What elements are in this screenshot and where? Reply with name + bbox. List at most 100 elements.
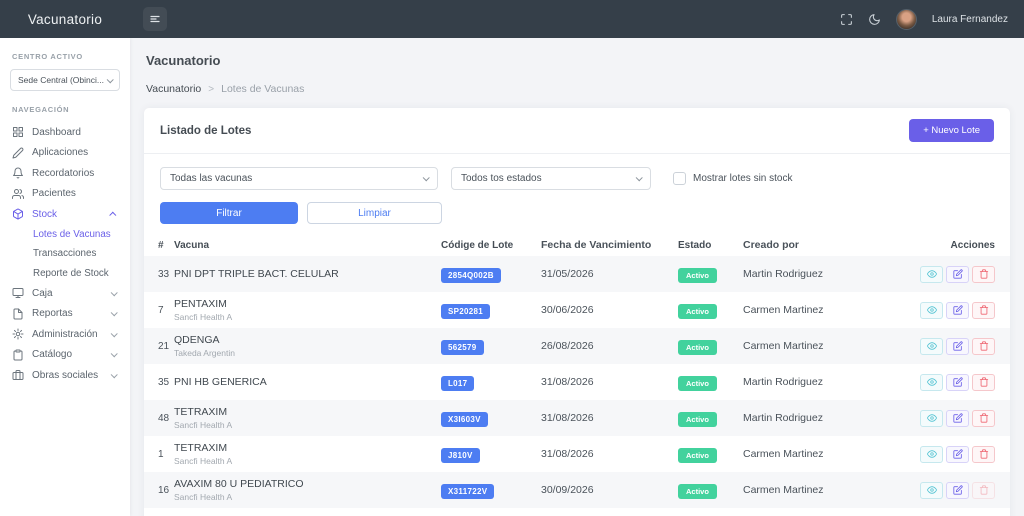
lot-code-badge: X311722V [441, 484, 494, 499]
row-number: 48 [144, 413, 174, 424]
expiry-date: 30/09/2026 [541, 484, 678, 496]
sidebar-item-aplicaciones[interactable]: Aplicaciones [0, 143, 130, 164]
status-badge: Activo [678, 448, 717, 463]
chevron-down-icon [111, 330, 118, 337]
delete-button[interactable] [972, 446, 995, 463]
delete-button[interactable] [972, 266, 995, 283]
no-stock-checkbox-label: Mostrar lotes sin stock [693, 173, 792, 184]
table-row: 48 TETRAXIM Sancfi Health A X3I603V 31/0… [144, 400, 1010, 436]
view-button[interactable] [920, 266, 943, 283]
delete-button[interactable] [972, 302, 995, 319]
expiry-date: 31/08/2026 [541, 412, 678, 424]
sidebar-item-stock[interactable]: Stock [0, 204, 130, 225]
clipboard-icon [12, 349, 24, 361]
delete-button[interactable] [972, 338, 995, 355]
chevron-down-icon [111, 351, 118, 358]
sidebar-item-caja[interactable]: Caja [0, 283, 130, 304]
no-stock-checkbox-wrap[interactable]: Mostrar lotes sin stock [673, 172, 792, 185]
topbar-right: Laura Fernandez [840, 9, 1024, 30]
breadcrumb-item-home[interactable]: Vacunatorio [146, 83, 201, 95]
vaccine-name: AVAXIM 80 U PEDIATRICO [174, 478, 441, 490]
edit-button[interactable] [946, 446, 969, 463]
view-button[interactable] [920, 302, 943, 319]
view-button[interactable] [920, 446, 943, 463]
center-select-value: Sede Central (Obinci... [18, 75, 104, 85]
sidebar-item-obras-sociales[interactable]: Obras sociales [0, 365, 130, 386]
no-stock-checkbox[interactable] [673, 172, 686, 185]
center-select[interactable]: Sede Central (Obinci... [10, 69, 120, 91]
edit-button[interactable] [946, 410, 969, 427]
sidebar-item-dashboard[interactable]: Dashboard [0, 122, 130, 143]
status-filter-select[interactable]: Todos tos estados [451, 167, 651, 190]
view-button[interactable] [920, 482, 943, 499]
vaccine-name: TETRAXIM [174, 406, 441, 418]
status-badge: Activo [678, 376, 717, 391]
sidebar-item-label: Dashboard [32, 127, 81, 138]
vaccine-maker: Sancfi Health A [174, 420, 441, 430]
creator-name: Martin Rodriguez [743, 376, 903, 388]
col-header-expiry: Fecha de Vancimiento [541, 239, 678, 251]
fullscreen-icon[interactable] [840, 13, 853, 26]
sidebar-item-pacientes[interactable]: Pacientes [0, 184, 130, 205]
main-content: Vacunatorio Vacunatorio > Lotes de Vacun… [130, 38, 1024, 516]
sidebar-item-reportas[interactable]: Reportas [0, 304, 130, 325]
status-badge: Activo [678, 268, 717, 283]
lot-code-badge: L017 [441, 376, 474, 391]
view-button[interactable] [920, 410, 943, 427]
delete-button[interactable] [972, 374, 995, 391]
vaccine-maker: Takeda Argentin [174, 348, 441, 358]
sidebar-subitem-reporte-de-stock[interactable]: Reporte de Stock [0, 264, 130, 284]
edit-button[interactable] [946, 338, 969, 355]
vaccine-name: PNI DPT TRIPLE BACT. CELULAR [174, 268, 441, 280]
col-header-status: Estado [678, 240, 743, 251]
chevron-up-icon [109, 211, 116, 218]
lot-code-badge: J810V [441, 448, 480, 463]
bell-icon [12, 167, 24, 179]
col-header-actions: Acciones [903, 240, 1010, 251]
delete-button[interactable] [972, 482, 995, 499]
user-name[interactable]: Laura Fernandez [932, 14, 1008, 25]
sidebar: CENTRO ACTIVO Sede Central (Obinci... NA… [0, 38, 130, 516]
view-button[interactable] [920, 374, 943, 391]
sidebar-item-label: Aplicaciones [32, 147, 88, 158]
new-lote-button[interactable]: + Nuevo Lote [909, 119, 994, 142]
file-icon [12, 308, 24, 320]
grid-icon [12, 126, 24, 138]
edit-button[interactable] [946, 374, 969, 391]
sidebar-item-administracion[interactable]: Administración [0, 324, 130, 345]
table-row: 33 PNI DPT TRIPLE BACT. CELULAR 2854Q002… [144, 256, 1010, 292]
delete-button[interactable] [972, 410, 995, 427]
edit-button[interactable] [946, 482, 969, 499]
sidebar-item-catalogo[interactable]: Catálogo [0, 345, 130, 366]
user-avatar[interactable] [896, 9, 917, 30]
filter-button[interactable]: Filtrar [160, 202, 298, 224]
row-number: 35 [144, 377, 174, 388]
edit-button[interactable] [946, 302, 969, 319]
lot-code-badge: 2854Q002B [441, 268, 501, 283]
hamburger-menu-button[interactable] [143, 7, 167, 31]
status-badge: Activo [678, 412, 717, 427]
vaccine-filter-select[interactable]: Todas las vacunas [160, 167, 438, 190]
view-button[interactable] [920, 338, 943, 355]
sidebar-subitem-transacciones[interactable]: Transacciones [0, 244, 130, 264]
dark-mode-moon-icon[interactable] [868, 13, 881, 26]
gear-icon [12, 328, 24, 340]
sidebar-item-recordatorios[interactable]: Recordatorios [0, 163, 130, 184]
chevron-down-icon [107, 76, 114, 83]
lot-code-badge: SP20281 [441, 304, 490, 319]
col-header-vaccine: Vacuna [174, 240, 441, 251]
edit-button[interactable] [946, 266, 969, 283]
vaccine-name: PNI HB GENERICA [174, 376, 441, 388]
sidebar-item-label: Catálogo [32, 349, 72, 360]
sidebar-item-label: Stock [32, 209, 57, 220]
vaccine-maker: Sancfi Health A [174, 492, 441, 502]
briefcase-icon [12, 369, 24, 381]
vaccine-name: TETRAXIM [174, 442, 441, 454]
creator-name: Carmen Martinez [743, 340, 903, 352]
sidebar-subitem-lotes-de-vacunas[interactable]: Lotes de Vacunas [0, 225, 130, 245]
table-row: 7 PENTAXIM Sancfi Health A SP20281 30/06… [144, 292, 1010, 328]
sidebar-item-label: Administración [32, 329, 98, 340]
expiry-date: 31/08/2026 [541, 376, 678, 388]
clear-button[interactable]: Limpiar [307, 202, 442, 224]
monitor-icon [12, 287, 24, 299]
